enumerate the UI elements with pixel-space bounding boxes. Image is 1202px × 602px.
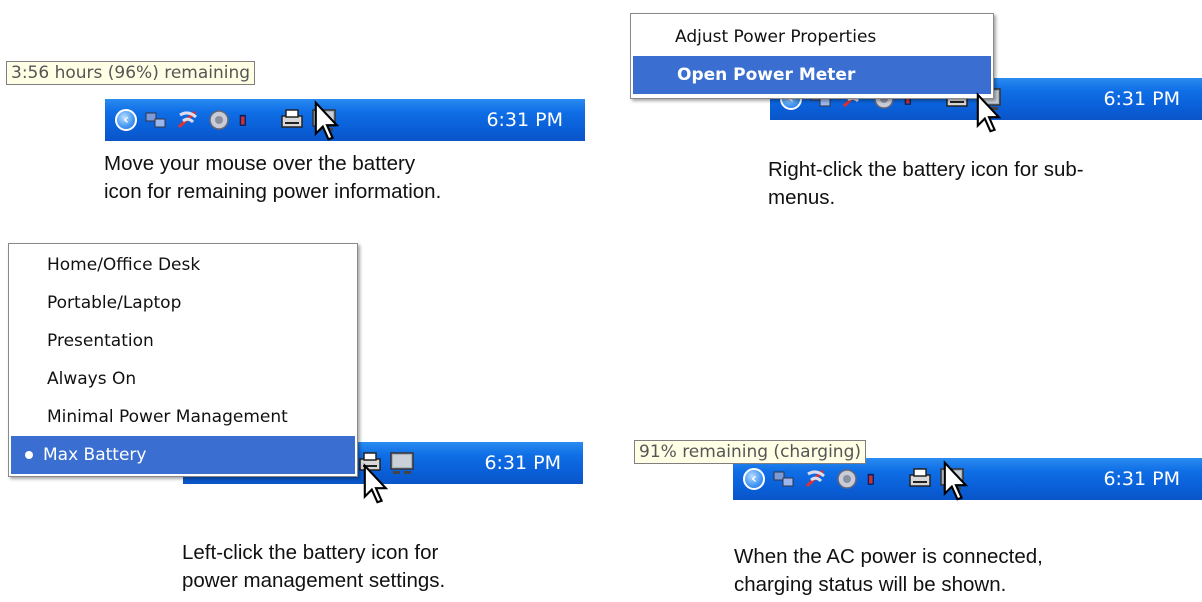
caption-left-click: Left-click the battery icon for power ma… — [182, 539, 445, 595]
caption-line: charging status will be shown. — [734, 573, 1007, 596]
tray-clock: 6:31 PM — [486, 109, 563, 131]
caption-line: icon for remaining power information. — [104, 180, 442, 203]
expand-chevron-icon[interactable]: ‹ — [743, 468, 765, 490]
printer-icon[interactable] — [907, 466, 933, 492]
caption-line: Move your mouse over the battery — [104, 152, 416, 175]
caption-line: When the AC power is connected, — [734, 545, 1043, 568]
mouse-pointer-icon — [943, 460, 969, 501]
menu-item-label: Max Battery — [43, 445, 147, 465]
menu-item-minimal-power-management[interactable]: Minimal Power Management — [9, 398, 357, 436]
tray-clock: 6:31 PM — [484, 452, 561, 474]
caption-line: power management settings. — [182, 569, 446, 592]
tray-icons: ‹ — [733, 458, 965, 500]
mouse-pointer-icon — [363, 463, 389, 504]
power-scheme-menu: Home/Office Desk Portable/Laptop Present… — [8, 243, 358, 477]
battery-icon[interactable] — [239, 107, 253, 133]
caption-right-click: Right-click the battery icon for sub- me… — [768, 156, 1084, 212]
caption-line: Right-click the battery icon for sub- — [768, 158, 1084, 181]
speaker-icon[interactable] — [207, 107, 233, 133]
taskbar-tray: ‹ 6:31 PM — [105, 99, 585, 141]
expand-chevron-icon[interactable]: ‹ — [115, 109, 137, 131]
charging-tooltip: 91% remaining (charging) — [634, 440, 867, 464]
menu-item-always-on[interactable]: Always On — [9, 360, 357, 398]
mouse-pointer-icon — [314, 100, 340, 141]
selected-bullet-icon — [25, 451, 33, 459]
wireless-icon[interactable] — [803, 466, 829, 492]
menu-item-adjust-power-properties[interactable]: Adjust Power Properties — [631, 18, 993, 56]
battery-context-menu: Adjust Power Properties Open Power Meter — [630, 13, 994, 99]
network-icon[interactable] — [143, 107, 169, 133]
tray-clock: 6:31 PM — [1103, 468, 1180, 490]
mouse-pointer-icon — [976, 92, 1002, 133]
wireless-icon[interactable] — [175, 107, 201, 133]
caption-line: Left-click the battery icon for — [182, 541, 439, 564]
network-icon[interactable] — [771, 466, 797, 492]
caption-charging: When the AC power is connected, charging… — [734, 543, 1043, 599]
tray-icons: ‹ — [105, 99, 337, 141]
menu-item-portable-laptop[interactable]: Portable/Laptop — [9, 284, 357, 322]
tray-clock: 6:31 PM — [1103, 88, 1180, 110]
display-icon[interactable] — [389, 450, 415, 476]
caption-line: menus. — [768, 186, 836, 209]
menu-item-max-battery[interactable]: Max Battery — [11, 436, 355, 474]
caption-hover: Move your mouse over the battery icon fo… — [104, 150, 441, 206]
menu-item-open-power-meter[interactable]: Open Power Meter — [633, 56, 991, 94]
speaker-icon[interactable] — [835, 466, 861, 492]
battery-tooltip: 3:56 hours (96%) remaining — [6, 61, 256, 85]
battery-icon[interactable] — [867, 466, 881, 492]
menu-item-presentation[interactable]: Presentation — [9, 322, 357, 360]
printer-icon[interactable] — [279, 107, 305, 133]
menu-item-home-office-desk[interactable]: Home/Office Desk — [9, 246, 357, 284]
